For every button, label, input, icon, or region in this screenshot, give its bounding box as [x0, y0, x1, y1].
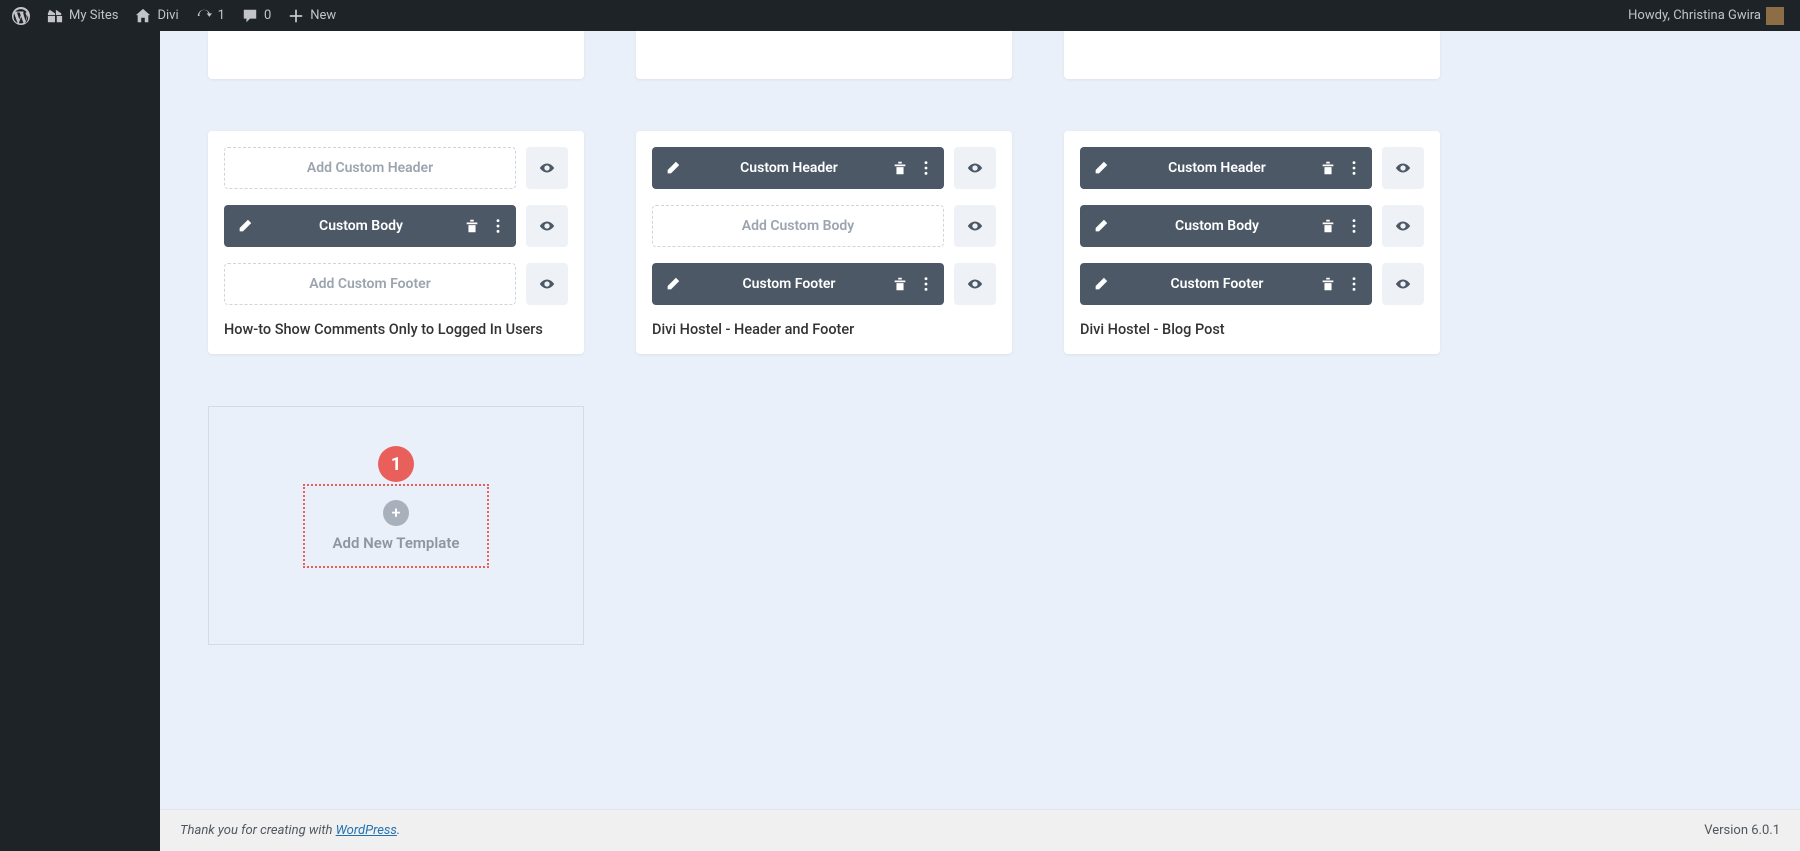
new-label: New	[310, 8, 336, 23]
new-content-menu[interactable]: New	[279, 0, 344, 31]
admin-footer: Thank you for creating with WordPress. V…	[160, 809, 1800, 851]
add-template-label: Add New Template	[333, 534, 460, 552]
eye-icon	[967, 160, 983, 176]
wordpress-icon	[12, 7, 30, 25]
edit-icon	[1080, 276, 1122, 292]
custom-header-bar[interactable]: Custom Header	[1080, 147, 1372, 189]
more-icon[interactable]	[490, 218, 506, 234]
template-title: Divi Hostel - Blog Post	[1080, 321, 1424, 338]
eye-icon	[539, 160, 555, 176]
custom-header-bar[interactable]: Custom Header	[652, 147, 944, 189]
preview-button[interactable]	[526, 147, 568, 189]
header-label: Custom Header	[1122, 160, 1320, 176]
more-icon[interactable]	[918, 276, 934, 292]
add-body-label: Add Custom Body	[742, 218, 855, 234]
my-sites-label: My Sites	[69, 8, 118, 23]
trash-icon[interactable]	[892, 276, 908, 292]
preview-button[interactable]	[526, 205, 568, 247]
eye-icon	[1395, 276, 1411, 292]
home-icon	[134, 7, 152, 25]
sites-icon	[46, 7, 64, 25]
eye-icon	[539, 276, 555, 292]
admin-bar: My Sites Divi 1 0 New Howdy, Christina G…	[0, 0, 1800, 31]
template-card: Add Custom Header Custom Body	[208, 131, 584, 354]
my-account-menu[interactable]: Howdy, Christina Gwira	[1620, 0, 1792, 31]
footer-label: Custom Footer	[1122, 276, 1320, 292]
body-label: Custom Body	[266, 218, 464, 234]
add-custom-header-button[interactable]: Add Custom Header	[224, 147, 516, 189]
custom-footer-bar[interactable]: Custom Footer	[1080, 263, 1372, 305]
add-custom-footer-button[interactable]: Add Custom Footer	[224, 263, 516, 305]
site-name-menu[interactable]: Divi	[126, 0, 186, 31]
preview-button[interactable]	[954, 147, 996, 189]
plus-icon	[287, 7, 305, 25]
preview-button[interactable]	[1382, 263, 1424, 305]
eye-icon	[967, 276, 983, 292]
footer-version: Version 6.0.1	[1704, 823, 1780, 838]
admin-sidebar[interactable]	[0, 31, 160, 851]
edit-icon	[652, 276, 694, 292]
trash-icon[interactable]	[892, 160, 908, 176]
updates-count: 1	[218, 8, 225, 23]
trash-icon[interactable]	[464, 218, 480, 234]
template-card: Custom Header Cust	[1064, 131, 1440, 354]
header-label: Custom Header	[694, 160, 892, 176]
preview-button[interactable]	[526, 263, 568, 305]
howdy-text: Howdy, Christina Gwira	[1628, 8, 1761, 23]
preview-button[interactable]	[954, 263, 996, 305]
eye-icon	[1395, 160, 1411, 176]
plus-icon: +	[392, 503, 401, 522]
trash-icon[interactable]	[1320, 276, 1336, 292]
custom-footer-bar[interactable]: Custom Footer	[652, 263, 944, 305]
template-title: Divi Hostel - Header and Footer	[652, 321, 996, 338]
add-new-template-inner: + Add New Template	[303, 484, 490, 568]
template-card-peek[interactable]	[1064, 31, 1440, 79]
add-custom-body-button[interactable]: Add Custom Body	[652, 205, 944, 247]
more-icon[interactable]	[1346, 218, 1362, 234]
update-icon	[195, 7, 213, 25]
add-footer-label: Add Custom Footer	[309, 276, 431, 292]
comments-menu[interactable]: 0	[233, 0, 279, 31]
template-card-peek[interactable]	[208, 31, 584, 79]
eye-icon	[539, 218, 555, 234]
edit-icon	[652, 160, 694, 176]
admin-bar-right: Howdy, Christina Gwira	[1620, 0, 1792, 31]
more-icon[interactable]	[918, 160, 934, 176]
add-new-template-card[interactable]: 1 + Add New Template	[208, 406, 584, 645]
eye-icon	[1395, 218, 1411, 234]
avatar	[1766, 7, 1784, 25]
wordpress-link[interactable]: WordPress	[336, 823, 397, 838]
main-content: Add Custom Header Custom Body	[160, 31, 1800, 851]
trash-icon[interactable]	[1320, 218, 1336, 234]
more-icon[interactable]	[1346, 276, 1362, 292]
footer-thanks: Thank you for creating with WordPress.	[180, 823, 400, 838]
footer-label: Custom Footer	[694, 276, 892, 292]
comments-count: 0	[264, 8, 271, 23]
custom-body-bar[interactable]: Custom Body	[1080, 205, 1372, 247]
trash-icon[interactable]	[1320, 160, 1336, 176]
template-card: Custom Header Add Custom Body	[636, 131, 1012, 354]
my-sites-menu[interactable]: My Sites	[38, 0, 126, 31]
body-label: Custom Body	[1122, 218, 1320, 234]
site-name-label: Divi	[157, 8, 178, 23]
wp-logo-menu[interactable]	[4, 0, 38, 31]
preview-button[interactable]	[954, 205, 996, 247]
add-template-button[interactable]: +	[383, 500, 409, 526]
custom-body-bar[interactable]: Custom Body	[224, 205, 516, 247]
template-card-peek[interactable]	[636, 31, 1012, 79]
template-title: How-to Show Comments Only to Logged In U…	[224, 321, 568, 338]
updates-menu[interactable]: 1	[187, 0, 233, 31]
eye-icon	[967, 218, 983, 234]
annotation-badge: 1	[378, 446, 414, 482]
edit-icon	[1080, 218, 1122, 234]
preview-button[interactable]	[1382, 147, 1424, 189]
add-header-label: Add Custom Header	[307, 160, 433, 176]
admin-bar-left: My Sites Divi 1 0 New	[4, 0, 344, 31]
edit-icon	[1080, 160, 1122, 176]
edit-icon	[224, 218, 266, 234]
more-icon[interactable]	[1346, 160, 1362, 176]
comment-icon	[241, 7, 259, 25]
preview-button[interactable]	[1382, 205, 1424, 247]
